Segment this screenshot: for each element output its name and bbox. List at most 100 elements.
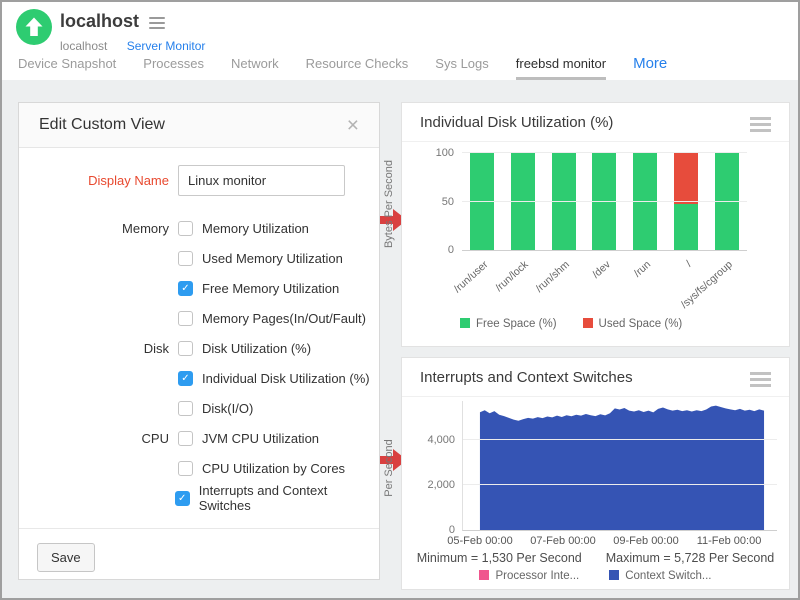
interrupts-area-series	[463, 401, 777, 530]
metric-row-memory-utilization: Memory Memory Utilization	[19, 213, 379, 243]
metric-row-jvm-cpu-utilization: CPUJVM CPU Utilization	[19, 423, 379, 453]
interrupts-chart-ylabel: Per Second	[383, 418, 395, 518]
disk-chart-legend: Free Space (%) Used Space (%)	[460, 318, 682, 330]
page-title: localhost	[60, 11, 139, 32]
checkbox-label-memory-utilization: Memory Utilization	[202, 221, 309, 236]
metric-row-used-memory-utilization: Used Memory Utilization	[19, 243, 379, 273]
checkbox-interrupts-and-context-switches[interactable]: ✓	[175, 491, 190, 506]
tab-network[interactable]: Network	[231, 56, 279, 80]
legend-item-context-switch[interactable]: Context Switch...	[609, 570, 711, 582]
metric-row-interrupts-and-context-switches: ✓ Interrupts and Context Switches	[19, 483, 379, 513]
metric-row-individual-disk-utilization: ✓Individual Disk Utilization (%)	[19, 363, 379, 393]
display-name-input[interactable]	[178, 165, 345, 196]
bar-sys-fs-cgroup[interactable]	[715, 153, 739, 250]
metric-row-disk-i-o: Disk(I/O)	[19, 393, 379, 423]
checkbox-memory-pages-in-out-fault[interactable]	[178, 311, 193, 326]
tab-processes[interactable]: Processes	[143, 56, 204, 80]
breadcrumb-host: localhost	[60, 39, 107, 53]
bar-run-lock[interactable]	[511, 153, 535, 250]
group-label-cpu: CPU	[19, 431, 169, 446]
checkbox-label-interrupts-and-context-switches: Interrupts and Context Switches	[199, 483, 379, 513]
panel-divider	[19, 528, 379, 529]
tab-bar: Device Snapshot Processes Network Resource …	[18, 55, 667, 80]
checkbox-individual-disk-utilization[interactable]: ✓	[178, 371, 193, 386]
xtick-run-user: /run/user	[452, 259, 491, 296]
breadcrumb-server-monitor-link[interactable]: Server Monitor	[127, 39, 206, 53]
interrupts-chart-plot: 05-Feb 00:0007-Feb 00:0009-Feb 00:0011-F…	[462, 401, 777, 531]
ytick: 0	[448, 244, 454, 256]
xtick-11-feb-00-00: 11-Feb 00:00	[697, 535, 762, 547]
legend-item-used-space[interactable]: Used Space (%)	[583, 318, 683, 330]
segment-free-space	[470, 153, 494, 250]
interrupts-chart-menu-icon[interactable]	[750, 372, 771, 387]
gridline	[463, 484, 777, 485]
monitor-status-icon	[16, 9, 52, 45]
group-label-memory: Memory	[19, 221, 169, 236]
disk-chart-ylabel: Bytes Per Second	[383, 154, 395, 254]
ytick: 2,000	[427, 479, 455, 491]
xtick-09-feb-00-00: 09-Feb 00:00	[613, 535, 678, 547]
tab-sys-logs[interactable]: Sys Logs	[435, 56, 488, 80]
checkbox-label-free-memory-utilization: Free Memory Utilization	[202, 281, 339, 296]
tab-freebsd-monitor[interactable]: freebsd monitor	[516, 56, 606, 80]
bar-run-user[interactable]	[470, 153, 494, 250]
min-stat: Minimum = 1,530 Per Second	[417, 551, 582, 565]
checkbox-free-memory-utilization[interactable]: ✓	[178, 281, 193, 296]
disk-chart-title: Individual Disk Utilization (%)	[420, 114, 613, 131]
checkbox-disk-i-o[interactable]	[178, 401, 193, 416]
xtick-run: /run	[632, 259, 653, 280]
disk-chart-menu-icon[interactable]	[750, 117, 771, 132]
checkbox-label-disk-utilization: Disk Utilization (%)	[202, 341, 311, 356]
content-area: Edit Custom View × Display Name MemoryMe…	[2, 80, 798, 598]
tab-resource-checks[interactable]: Resource Checks	[306, 56, 409, 80]
checkbox-cpu-utilization-by-cores[interactable]	[178, 461, 193, 476]
xtick-run-lock: /run/lock	[494, 259, 532, 294]
bar-run-shm[interactable]	[552, 153, 576, 250]
disk-utilization-card: Individual Disk Utilization (%) Bytes Pe…	[401, 102, 790, 347]
bar-run[interactable]	[633, 153, 657, 250]
breadcrumb: localhost Server Monitor	[60, 39, 205, 53]
legend-swatch	[479, 570, 489, 580]
ytick: 4,000	[427, 434, 455, 446]
ytick: 50	[442, 196, 454, 208]
interrupts-chart-stats: Minimum = 1,530 Per Second Maximum = 5,72…	[402, 551, 789, 565]
checkbox-jvm-cpu-utilization[interactable]	[178, 431, 193, 446]
xtick-07-feb-00-00: 07-Feb 00:00	[530, 535, 595, 547]
checkbox-groups: Memory Memory Utilization Used Memory Util…	[19, 213, 379, 513]
gridline	[462, 152, 747, 153]
bar-[interactable]	[674, 153, 698, 250]
title-menu-icon[interactable]	[149, 17, 165, 29]
disk-chart-bars	[462, 153, 747, 250]
metric-row-memory-pages-in-out-fault: Memory Pages(In/Out/Fault)	[19, 303, 379, 333]
ytick: 0	[449, 524, 455, 536]
xtick-: /	[684, 259, 694, 270]
gridline	[463, 439, 777, 440]
checkbox-memory-utilization[interactable]	[178, 221, 193, 236]
metric-row-free-memory-utilization: ✓ Free Memory Utilization	[19, 273, 379, 303]
legend-item-processor-inte[interactable]: Processor Inte...	[479, 570, 579, 582]
max-stat: Maximum = 5,728 Per Second	[606, 551, 775, 565]
tab-more[interactable]: More	[633, 55, 667, 80]
xtick-05-feb-00-00: 05-Feb 00:00	[447, 535, 512, 547]
checkbox-disk-utilization[interactable]	[178, 341, 193, 356]
legend-swatch	[460, 318, 470, 328]
segment-free-space	[511, 153, 535, 250]
checkbox-label-used-memory-utilization: Used Memory Utilization	[202, 251, 343, 266]
checkbox-used-memory-utilization[interactable]	[178, 251, 193, 266]
close-icon[interactable]: ×	[347, 115, 359, 136]
tab-device-snapshot[interactable]: Device Snapshot	[18, 56, 116, 80]
xtick-dev: /dev	[590, 259, 613, 281]
bar-dev[interactable]	[592, 153, 616, 250]
metric-row-cpu-utilization-by-cores: CPU Utilization by Cores	[19, 453, 379, 483]
xtick-run-shm: /run/shm	[533, 259, 571, 295]
segment-free-space	[592, 153, 616, 250]
segment-free-space	[552, 153, 576, 250]
display-name-label: Display Name	[19, 173, 169, 188]
panel-title: Edit Custom View	[39, 103, 165, 147]
save-button[interactable]: Save	[37, 543, 95, 572]
ytick: 100	[436, 147, 454, 159]
segment-used-space	[674, 153, 698, 204]
legend-swatch	[583, 318, 593, 328]
segment-free-space	[674, 204, 698, 250]
legend-item-free-space[interactable]: Free Space (%)	[460, 318, 557, 330]
